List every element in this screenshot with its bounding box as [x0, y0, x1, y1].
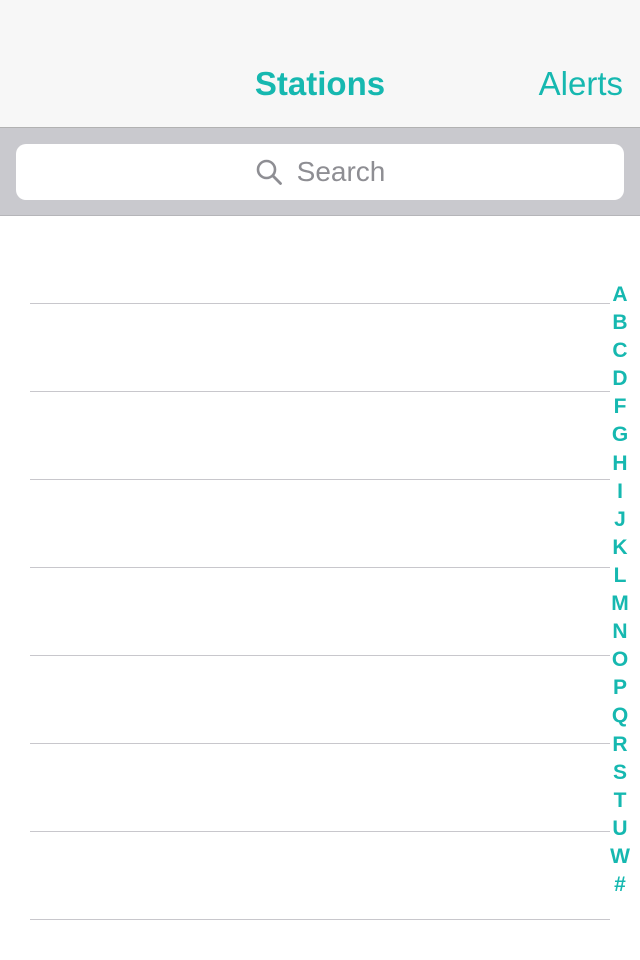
index-letter[interactable]: U	[604, 815, 636, 843]
search-icon	[255, 158, 283, 186]
index-letter[interactable]: B	[604, 309, 636, 337]
index-letter[interactable]: W	[604, 843, 636, 871]
index-letter[interactable]: A	[604, 281, 636, 309]
index-letter[interactable]: R	[604, 731, 636, 759]
index-letter[interactable]: F	[604, 393, 636, 421]
index-letter[interactable]: D	[604, 365, 636, 393]
index-letter[interactable]: C	[604, 337, 636, 365]
index-letter[interactable]: H	[604, 450, 636, 478]
search-input[interactable]: Search	[16, 144, 624, 200]
index-letter[interactable]: I	[604, 478, 636, 506]
search-bar: Search	[0, 128, 640, 216]
alerts-button[interactable]: Alerts	[539, 62, 623, 106]
index-letter[interactable]: T	[604, 787, 636, 815]
list-item[interactable]	[30, 216, 610, 304]
list-item[interactable]	[30, 480, 610, 568]
list-item[interactable]	[30, 568, 610, 656]
list-item[interactable]	[30, 832, 610, 920]
index-letter[interactable]: #	[604, 871, 636, 899]
list-item[interactable]	[30, 392, 610, 480]
list-item[interactable]	[30, 656, 610, 744]
index-letter[interactable]: J	[604, 506, 636, 534]
index-letter[interactable]: K	[604, 534, 636, 562]
index-letter[interactable]: G	[604, 421, 636, 449]
section-index[interactable]: A B C D F G H I J K L M N O P Q R S T U W #	[604, 281, 636, 899]
index-letter[interactable]: N	[604, 618, 636, 646]
navigation-bar: Stations Alerts	[0, 0, 640, 128]
index-letter[interactable]: Q	[604, 702, 636, 730]
index-letter[interactable]: M	[604, 590, 636, 618]
index-letter[interactable]: O	[604, 646, 636, 674]
index-letter[interactable]: S	[604, 759, 636, 787]
list-item[interactable]	[30, 744, 610, 832]
list-item[interactable]	[30, 304, 610, 392]
index-letter[interactable]: P	[604, 674, 636, 702]
search-placeholder: Search	[296, 156, 386, 187]
index-letter[interactable]: L	[604, 562, 636, 590]
